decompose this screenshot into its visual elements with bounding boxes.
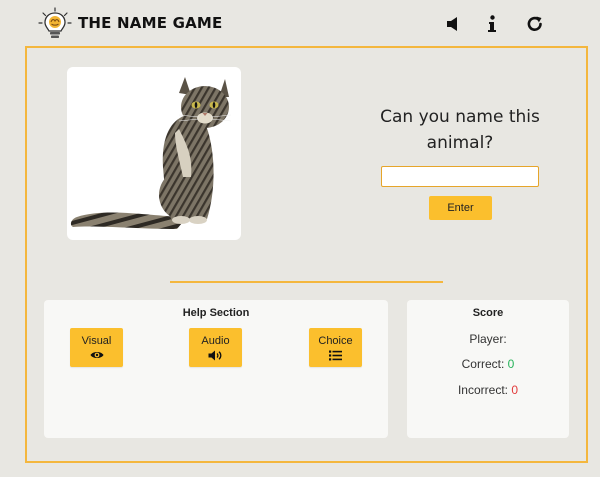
correct-label: Correct:: [461, 357, 505, 371]
score-section-title: Score: [472, 307, 504, 319]
visual-hint-button[interactable]: Visual: [70, 328, 123, 367]
correct-count: 0: [507, 357, 515, 371]
info-button[interactable]: [482, 14, 502, 34]
question-text: Can you name this animal?: [380, 107, 540, 153]
incorrect-label: Incorrect:: [457, 383, 508, 397]
player-label: Player:: [469, 332, 507, 346]
volume-icon: [208, 350, 222, 360]
section-divider: [170, 281, 443, 283]
visual-hint-label: Visual: [81, 335, 112, 347]
info-icon: [488, 15, 496, 32]
sound-toggle-button[interactable]: [443, 14, 463, 34]
help-section-title: Help Section: [182, 307, 250, 319]
eye-icon: [90, 352, 103, 358]
restart-icon: [527, 16, 542, 31]
audio-hint-button[interactable]: Audio: [189, 328, 242, 367]
audio-hint-label: Audio: [201, 334, 230, 347]
speaker-icon: [447, 17, 457, 31]
cat-image: [70, 77, 232, 229]
enter-button[interactable]: Enter: [429, 196, 492, 220]
help-section: Help Section: [44, 300, 388, 438]
lightbulb-brain-logo: [38, 7, 72, 38]
incorrect-count: 0: [511, 383, 519, 397]
animal-photo: [67, 67, 241, 240]
choice-hint-button[interactable]: Choice: [309, 328, 362, 367]
answer-input[interactable]: [381, 166, 539, 187]
correct-row: Correct: 0: [407, 357, 569, 371]
choice-hint-label: Choice: [318, 334, 353, 347]
incorrect-row: Incorrect: 0: [407, 383, 569, 397]
restart-button[interactable]: [525, 14, 545, 34]
player-row: Player:: [407, 332, 569, 346]
top-bar: THE NAME GAME: [0, 0, 600, 46]
list-icon: [329, 350, 342, 360]
name-game-app: THE NAME GAME Can you name this animal? …: [0, 0, 600, 477]
app-title: THE NAME GAME: [78, 14, 223, 32]
